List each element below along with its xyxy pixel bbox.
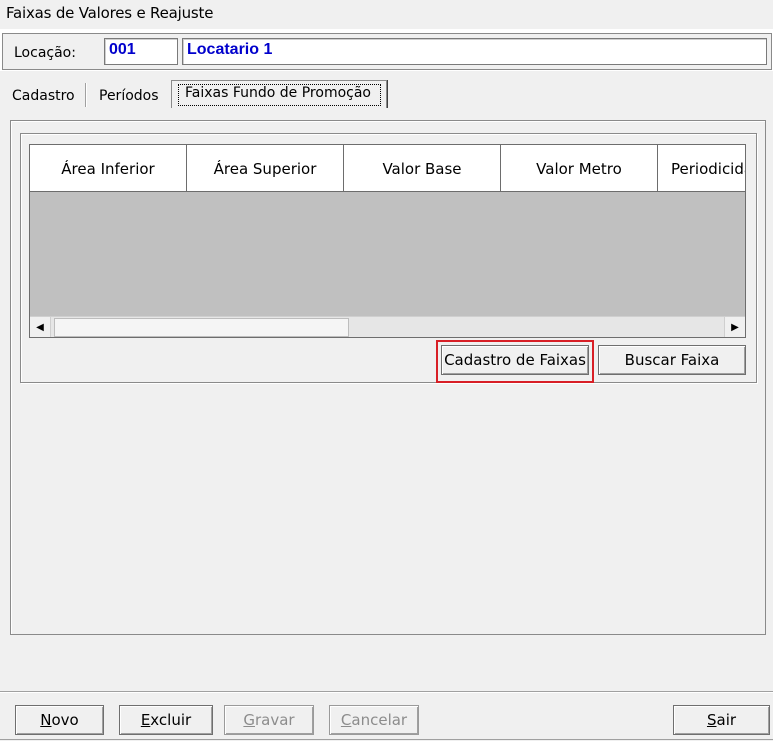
column-header-area-inferior[interactable]: Área Inferior bbox=[30, 145, 187, 192]
scroll-left-arrow-icon[interactable]: ◀ bbox=[30, 317, 51, 337]
sair-button[interactable]: Sair bbox=[673, 705, 770, 735]
gravar-button-label: Gravar bbox=[243, 711, 295, 729]
window-title: Faixas de Valores e Reajuste bbox=[6, 4, 214, 22]
column-header-area-superior[interactable]: Área Superior bbox=[187, 145, 344, 192]
tab-faixas-fundo-promocao-label: Faixas Fundo de Promoção bbox=[185, 85, 371, 101]
footer-divider-highlight bbox=[0, 692, 773, 693]
cancelar-button[interactable]: Cancelar bbox=[329, 705, 419, 735]
tab-faixas-fundo-promocao[interactable]: Faixas Fundo de Promoção bbox=[171, 80, 388, 108]
novo-button-label: Novo bbox=[40, 711, 79, 729]
excluir-button[interactable]: Excluir bbox=[119, 705, 213, 735]
grid-header: Área Inferior Área Superior Valor Base V… bbox=[30, 145, 745, 192]
grid-horizontal-scrollbar[interactable]: ◀ ▶ bbox=[30, 316, 745, 337]
cadastro-de-faixas-button[interactable]: Cadastro de Faixas bbox=[441, 345, 589, 375]
column-header-valor-base[interactable]: Valor Base bbox=[344, 145, 501, 192]
location-name-field[interactable]: Locatario 1 bbox=[182, 38, 767, 65]
location-code-field[interactable]: 001 bbox=[104, 38, 178, 65]
cancelar-button-label: Cancelar bbox=[340, 711, 408, 729]
scrollbar-thumb[interactable] bbox=[54, 318, 349, 337]
column-header-valor-metro[interactable]: Valor Metro bbox=[501, 145, 658, 192]
buscar-faixa-button[interactable]: Buscar Faixa bbox=[598, 345, 746, 375]
scroll-right-arrow-icon[interactable]: ▶ bbox=[724, 317, 745, 337]
tab-edge bbox=[386, 80, 388, 108]
location-label: Locação: bbox=[14, 45, 76, 61]
faixas-grid[interactable]: Área Inferior Área Superior Valor Base V… bbox=[29, 144, 746, 338]
excluir-button-label: Excluir bbox=[140, 711, 192, 729]
tab-separator bbox=[85, 83, 87, 107]
novo-button[interactable]: Novo bbox=[15, 705, 104, 735]
tab-periodos[interactable]: Períodos bbox=[99, 88, 159, 104]
column-header-periodicidade[interactable]: Periodicida bbox=[658, 145, 745, 192]
tab-cadastro[interactable]: Cadastro bbox=[12, 88, 75, 104]
gravar-button[interactable]: Gravar bbox=[224, 705, 314, 735]
window-bottom-edge bbox=[0, 739, 773, 740]
sair-button-label: Sair bbox=[706, 711, 737, 729]
